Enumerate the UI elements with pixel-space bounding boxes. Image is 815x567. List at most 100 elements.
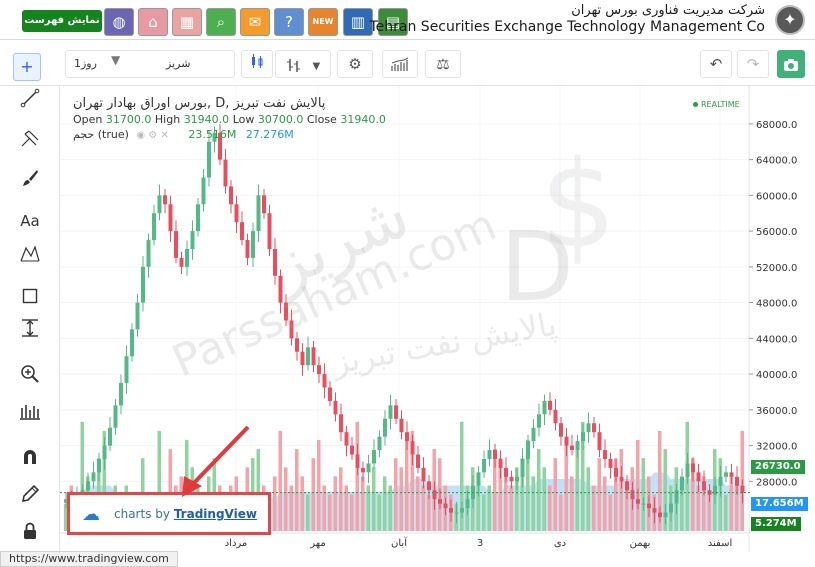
pencil-icon — [21, 484, 40, 503]
eye-icon[interactable]: ◉ ⚙ ✕ — [136, 130, 168, 141]
time-axis-label: دی — [554, 538, 566, 549]
price-chart[interactable]: 68000.0 64000.0 60000.0 56000.0 52000.0 48000… — [60, 86, 815, 552]
show-list-button[interactable]: نمایش فهرست — [22, 10, 102, 32]
home-icon[interactable]: ⌂ — [138, 8, 168, 36]
candle-body — [388, 405, 393, 419]
candle-body — [284, 302, 288, 321]
realtime-label: REALTIME — [701, 100, 740, 109]
volume-bar — [641, 458, 645, 531]
price-axis-label: 40000.0 — [756, 370, 797, 381]
candle-body — [333, 400, 338, 415]
open-label: Open — [73, 113, 103, 126]
lock-icon — [24, 522, 36, 539]
candle-body — [410, 441, 415, 455]
candle-body — [597, 432, 602, 451]
pattern-tool[interactable] — [15, 244, 45, 274]
candle-body — [251, 231, 255, 258]
volume-bar — [383, 476, 387, 531]
candles-button[interactable] — [241, 50, 273, 78]
high-value: 31940.0 — [183, 113, 230, 126]
candle-body — [498, 458, 503, 468]
scales-icon: ⚖ — [436, 55, 450, 73]
app-window: { "banner": { "list_button": "نمایش فهرس… — [0, 0, 815, 567]
legend-title[interactable]: بورس اوراق بهادار تهران, D, پالایش نفت ت… — [73, 96, 386, 111]
volume-bar — [350, 494, 354, 531]
candle-body — [91, 472, 96, 482]
snapshot-button[interactable] — [777, 50, 805, 78]
search-icon[interactable]: ⌕ — [206, 8, 236, 36]
candle-body — [119, 383, 123, 406]
text-tool[interactable]: Aa — [15, 206, 45, 236]
price-axis-label: 36000.0 — [756, 406, 797, 417]
volume-bar — [724, 494, 728, 531]
volume-bar — [504, 476, 508, 531]
indicators-button[interactable] — [382, 50, 418, 78]
candle-body — [636, 499, 640, 504]
rectangle-icon — [22, 288, 38, 304]
bar-replay-tool[interactable] — [15, 400, 45, 430]
pattern-icon — [20, 245, 40, 262]
settings-button[interactable]: ⚙ — [337, 50, 373, 78]
candle-body — [179, 257, 184, 267]
candle-body — [146, 240, 151, 267]
volume-bar — [394, 458, 398, 531]
trend-line-tool[interactable] — [15, 88, 45, 118]
crosshair-cursor-button[interactable]: + — [13, 53, 41, 81]
chevron-down-icon: ▼ — [312, 61, 321, 72]
candle-body — [267, 213, 272, 249]
pitchfork-tool[interactable] — [15, 128, 45, 158]
bar-chart-icon — [20, 405, 40, 420]
candle-body — [339, 414, 343, 433]
volume-bar — [372, 467, 376, 531]
camera-icon — [784, 58, 798, 71]
magnet-tool[interactable] — [15, 446, 45, 476]
shape-tool[interactable] — [15, 284, 45, 314]
globe-icon[interactable]: ◍ — [104, 8, 134, 36]
candle-body — [482, 458, 486, 473]
candle-body — [168, 204, 173, 232]
candle-body — [691, 463, 695, 473]
volume-bar — [317, 440, 321, 531]
redo-button[interactable]: ↷ — [737, 50, 769, 78]
drawing-mode-tool[interactable] — [15, 484, 45, 514]
candle-body — [163, 195, 167, 205]
candle-body — [174, 231, 178, 258]
candle-body — [295, 338, 299, 352]
company-name-en: Tehran Securities Exchange Technology Ma… — [369, 19, 765, 35]
credit-text[interactable]: charts by TradingView — [114, 507, 257, 521]
symbol-label: شریز — [166, 57, 191, 70]
brush-tool[interactable] — [15, 168, 45, 198]
tradingview-link[interactable]: TradingView — [174, 507, 257, 521]
candle-body — [663, 512, 668, 518]
message-icon[interactable]: ✉ — [240, 8, 270, 36]
volume-bar — [575, 449, 579, 531]
table-icon[interactable]: ▦ — [172, 8, 202, 36]
candle-body — [729, 472, 734, 477]
candle-body — [245, 240, 250, 258]
price-axis-label: 28000.0 — [756, 477, 797, 488]
lock-tool[interactable] — [15, 520, 45, 550]
candle-body — [465, 499, 470, 509]
new-icon[interactable]: NEW — [308, 8, 338, 36]
undo-button[interactable]: ↶ — [700, 50, 732, 78]
high-label: High — [154, 113, 181, 126]
candle-body — [592, 423, 596, 433]
zoom-tool[interactable] — [15, 364, 45, 394]
chevron-down-icon[interactable]: ▼ — [111, 53, 120, 67]
candle-body — [229, 186, 233, 205]
candle-body — [317, 365, 321, 375]
candle-body — [262, 195, 266, 214]
volume-bar — [355, 421, 359, 531]
bar-style-dropdown[interactable]: ▼ — [275, 50, 331, 78]
help-icon[interactable]: ? — [274, 8, 304, 36]
measure-tool[interactable] — [15, 318, 45, 348]
text-icon: Aa — [20, 212, 40, 230]
open-value: 31700.0 — [105, 113, 152, 126]
volume-tag: 5.274M — [751, 517, 801, 531]
volume-bar — [328, 494, 332, 531]
symbol-search-box[interactable]: 1روز ▼ شریز — [65, 50, 235, 78]
volume-ma-value: 27.276M — [245, 128, 294, 141]
compare-button[interactable]: ⚖ — [425, 50, 461, 78]
volume-label[interactable]: حجم (true) — [73, 128, 129, 141]
volume-bar — [542, 467, 546, 531]
